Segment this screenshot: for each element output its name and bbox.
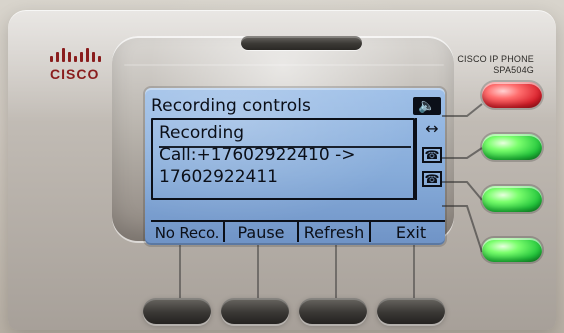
phone-icon: ☎ bbox=[421, 170, 443, 188]
line-buttons bbox=[482, 82, 554, 262]
lcd-display: Recording controls 🔈 Recording Call:+176… bbox=[145, 88, 445, 245]
model-label: CISCO IP PHONE SPA504G bbox=[414, 54, 534, 76]
softkey-button-1[interactable] bbox=[143, 298, 211, 324]
softkey-buttons bbox=[143, 298, 445, 330]
softkey-no-recording[interactable]: No Reco. bbox=[151, 220, 223, 242]
screen-title: Recording controls bbox=[151, 96, 312, 116]
line-button-1[interactable] bbox=[482, 82, 542, 108]
bezel-highlight bbox=[124, 64, 444, 66]
model-line-1: CISCO IP PHONE bbox=[457, 54, 534, 64]
line-recording: Recording bbox=[159, 123, 245, 143]
line-destination: 17602922411 bbox=[159, 167, 278, 187]
softkey-refresh[interactable]: Refresh bbox=[297, 220, 369, 242]
softkey-button-2[interactable] bbox=[221, 298, 289, 324]
softkey-button-4[interactable] bbox=[377, 298, 445, 324]
softkey-exit[interactable]: Exit bbox=[369, 220, 445, 242]
side-status-icons: ↔ ☎ ☎ bbox=[421, 118, 443, 200]
top-slot-button[interactable] bbox=[241, 36, 362, 50]
double-arrow-icon: ↔ bbox=[425, 119, 439, 138]
phone-icon-box: ☎ bbox=[422, 147, 442, 163]
speaker-icon: 🔈 bbox=[413, 97, 441, 115]
lcd-content: Recording controls 🔈 Recording Call:+176… bbox=[151, 96, 445, 242]
brand-wordmark: CISCO bbox=[50, 66, 100, 82]
line-divider bbox=[159, 146, 411, 148]
softkey-bar: No Reco. Pause Refresh Exit bbox=[151, 220, 445, 242]
line-button-2[interactable] bbox=[482, 134, 542, 160]
call-info-frame: Recording Call:+17602922410 -> 176029224… bbox=[151, 118, 415, 200]
phone-icon-box: ☎ bbox=[422, 171, 442, 187]
softkey-pause[interactable]: Pause bbox=[223, 220, 297, 242]
line-button-4[interactable] bbox=[482, 238, 542, 262]
logo-bars-icon bbox=[50, 48, 110, 62]
phone-scene: CISCO CISCO IP PHONE SPA504G Recording c… bbox=[0, 0, 564, 333]
model-line-2: SPA504G bbox=[493, 65, 534, 75]
brand-logo: CISCO bbox=[44, 48, 114, 88]
phone-icon: ☎ bbox=[421, 146, 443, 164]
call-info-text: Recording Call:+17602922410 -> 176029224… bbox=[159, 122, 411, 188]
line-button-3[interactable] bbox=[482, 186, 542, 212]
softkey-button-3[interactable] bbox=[299, 298, 367, 324]
